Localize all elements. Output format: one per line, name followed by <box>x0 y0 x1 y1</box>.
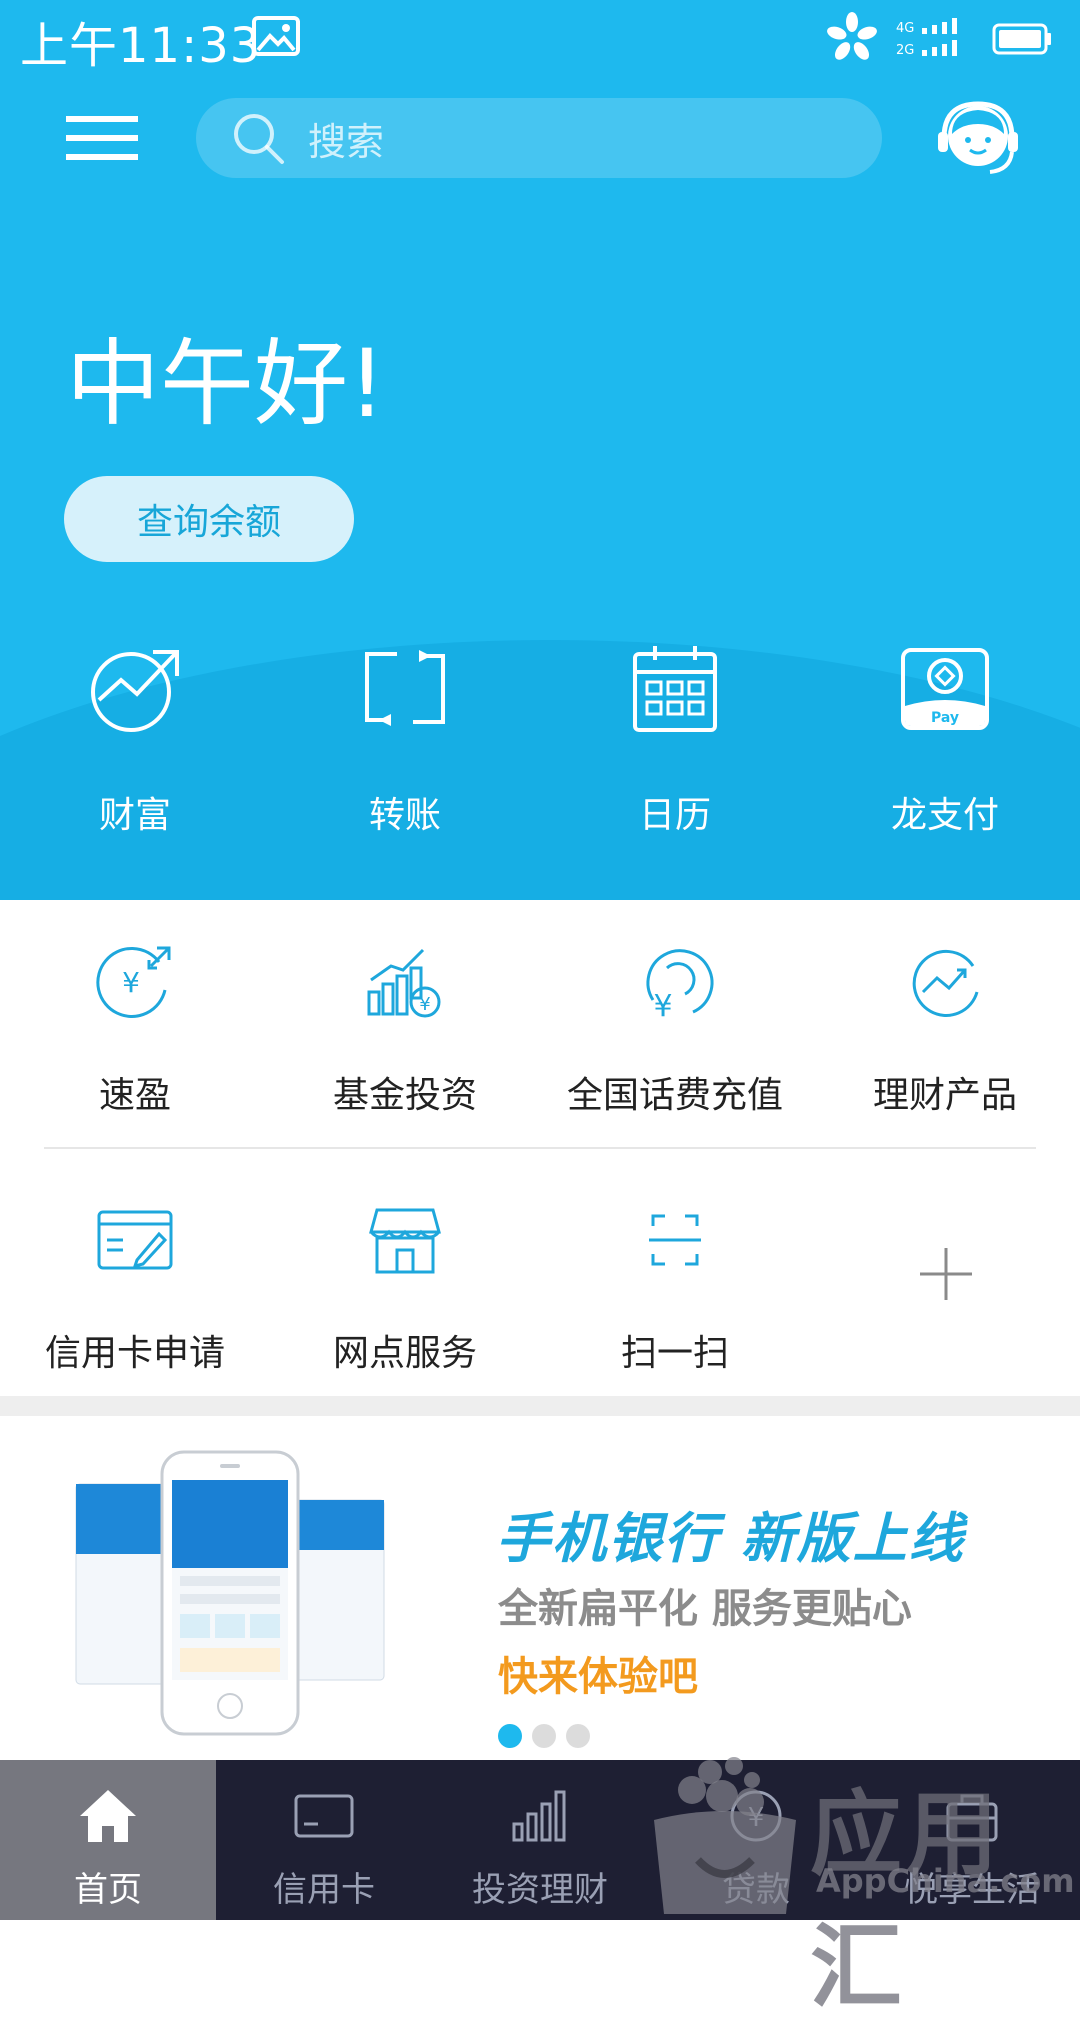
yuan-exchange-icon: ¥ <box>96 946 171 1018</box>
service-branch[interactable]: 网点服务 <box>270 1198 540 1376</box>
tab-label: 首页 <box>74 1870 142 1910</box>
bar-chart-icon <box>512 1790 566 1842</box>
banner-subtitle: 全新扁平化 服务更贴心 <box>498 1586 912 1632</box>
banner-cta: 快来体验吧 <box>498 1654 698 1700</box>
search-bar[interactable]: 搜索 <box>196 98 882 178</box>
service-label: 基金投资 <box>332 1075 477 1116</box>
check-balance-button[interactable]: 查询余额 <box>64 476 354 562</box>
calendar-icon <box>633 646 717 732</box>
finance-trend-icon <box>912 949 979 1017</box>
hero-section: 上午11:33 4G 2G 搜索 中午好! 查询余额 财富 转账 日历 Pay … <box>0 0 1080 900</box>
search-placeholder: 搜索 <box>308 119 385 164</box>
service-suying[interactable]: ¥ 速盈 <box>0 940 270 1118</box>
service-label: 理财产品 <box>872 1075 1017 1116</box>
service-scan[interactable]: 扫一扫 <box>540 1198 810 1376</box>
phone-recharge-icon: ¥ <box>646 949 714 1024</box>
svg-text:¥: ¥ <box>653 989 672 1024</box>
carousel-dot-active[interactable] <box>498 1724 522 1748</box>
tab-label: 悦享生活 <box>904 1870 1040 1910</box>
service-phone-recharge[interactable]: ¥ 全国话费充值 <box>540 940 810 1118</box>
carousel-dot[interactable] <box>532 1724 556 1748</box>
quick-action-label: 日历 <box>638 795 711 836</box>
banner-title: 手机银行 新版上线 <box>496 1507 965 1570</box>
carousel-dot[interactable] <box>566 1724 590 1748</box>
network-4g-label: 4G <box>896 21 914 36</box>
service-label: 信用卡申请 <box>44 1333 225 1374</box>
tab-home[interactable]: 首页 <box>0 1760 216 1920</box>
loan-icon: ¥ <box>730 1790 782 1842</box>
service-label: 速盈 <box>98 1075 171 1116</box>
carousel-indicator <box>498 1724 590 1748</box>
credit-card-icon <box>294 1794 354 1838</box>
service-label: 全国话费充值 <box>566 1075 783 1116</box>
network-2g-label: 2G <box>896 43 914 58</box>
service-finance-products[interactable]: 理财产品 <box>810 940 1080 1118</box>
status-bar: 上午11:33 4G 2G <box>0 0 1080 76</box>
greeting-text: 中午好! <box>66 330 386 439</box>
search-icon <box>234 114 284 164</box>
gallery-notification-icon <box>252 16 300 56</box>
fund-chart-icon: ¥ <box>367 948 441 1018</box>
promo-banner[interactable]: 手机银行 新版上线 全新扁平化 服务更贴心 快来体验吧 <box>0 1416 1080 1760</box>
phone-mockup-image <box>75 1450 385 1736</box>
quick-actions: 财富 转账 日历 Pay 龙支付 <box>0 640 1080 840</box>
service-label: 扫一扫 <box>620 1333 729 1374</box>
svg-text:¥: ¥ <box>419 994 430 1015</box>
quick-action-label: 转账 <box>368 795 441 836</box>
customer-service-icon[interactable] <box>936 98 1020 178</box>
flower-status-icon <box>827 12 877 60</box>
bottom-tab-bar: 首页 信用卡 投资理财 ¥ 贷款 悦享生活 <box>0 1760 1080 1920</box>
section-gap <box>0 1396 1080 1416</box>
tab-label: 信用卡 <box>273 1870 375 1910</box>
battery-icon <box>992 23 1051 55</box>
grid-divider <box>44 1147 1036 1149</box>
scan-icon <box>649 1214 701 1266</box>
service-credit-card-apply[interactable]: 信用卡申请 <box>0 1198 270 1376</box>
svg-text:¥: ¥ <box>122 966 140 999</box>
tab-life[interactable]: 悦享生活 <box>864 1760 1080 1920</box>
tab-credit-card[interactable]: 信用卡 <box>216 1760 432 1920</box>
menu-icon[interactable] <box>66 114 138 162</box>
transfer-icon <box>365 650 445 726</box>
service-label: 网点服务 <box>332 1333 477 1374</box>
tab-loan[interactable]: ¥ 贷款 <box>648 1760 864 1920</box>
tab-label: 投资理财 <box>472 1870 608 1910</box>
home-icon <box>80 1790 136 1842</box>
life-icon <box>946 1794 998 1842</box>
svg-text:¥: ¥ <box>748 1803 765 1833</box>
signal-icon: 4G 2G <box>896 18 957 58</box>
services-row-1: ¥ 速盈 ¥ 基金投资 ¥ 全国话费充值 理财产品 <box>0 940 1080 1118</box>
service-fund-investment[interactable]: ¥ 基金投资 <box>270 940 540 1118</box>
wealth-arrow-icon <box>91 650 179 732</box>
quick-action-long-pay[interactable]: Pay 龙支付 <box>810 640 1080 840</box>
status-time: 上午11:33 <box>20 18 262 74</box>
branch-store-icon <box>369 1208 441 1274</box>
tab-investment[interactable]: 投资理财 <box>432 1760 648 1920</box>
quick-action-wealth[interactable]: 财富 <box>0 640 270 840</box>
quick-action-label: 龙支付 <box>890 795 999 836</box>
quick-action-transfer[interactable]: 转账 <box>270 640 540 840</box>
pay-badge-text: Pay <box>931 710 959 726</box>
tab-label: 贷款 <box>722 1870 790 1910</box>
quick-action-label: 财富 <box>98 795 171 836</box>
credit-card-apply-icon <box>97 1210 173 1270</box>
add-service-icon[interactable] <box>918 1246 974 1302</box>
long-pay-icon: Pay <box>901 648 989 730</box>
quick-action-calendar[interactable]: 日历 <box>540 640 810 840</box>
